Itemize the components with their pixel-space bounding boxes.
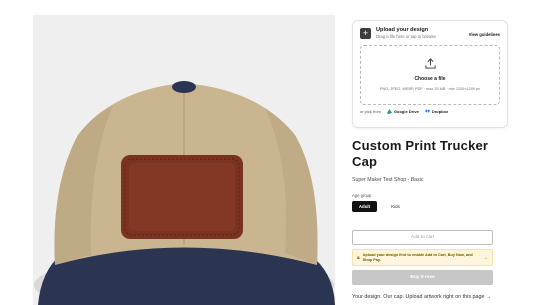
dropbox-label: Dropbox: [431, 109, 449, 114]
dropbox-icon: [424, 109, 430, 113]
product-title: Custom Print Trucker Cap: [352, 138, 489, 169]
upload-title: Upload your design: [376, 27, 429, 33]
choose-file-button[interactable]: Choose a file: [361, 76, 499, 82]
age-group-options: Adult Kids: [352, 201, 508, 212]
buy-now-button[interactable]: Buy it now: [352, 270, 493, 285]
product-image: [33, 15, 335, 305]
upload-subtitle: Drag a file here or tap to browse: [376, 34, 436, 39]
view-guidelines-link[interactable]: View guidelines: [469, 32, 500, 37]
plus-icon: +: [360, 28, 371, 39]
lock-icon: 🔒︎: [357, 254, 360, 261]
age-option-kids[interactable]: Kids: [383, 201, 408, 212]
upload-card: + Upload your design Drag a file here or…: [352, 20, 508, 128]
upload-text: Upload your design Drag a file here or t…: [376, 27, 436, 40]
upload-header: + Upload your design Drag a file here or…: [360, 27, 500, 40]
arrow-right-icon[interactable]: →: [483, 255, 488, 261]
tagline: Your design. Our cap. Upload artwork rig…: [352, 294, 492, 300]
google-drive-button[interactable]: Google Drive: [386, 109, 419, 114]
product-panel: + Upload your design Drag a file here or…: [352, 20, 508, 212]
trucker-cap-illustration: [33, 15, 335, 305]
age-option-adult[interactable]: Adult: [352, 201, 377, 212]
dropbox-button[interactable]: Dropbox: [424, 109, 449, 114]
upload-required-notice: 🔒︎ Upload your design first to enable Ad…: [352, 249, 493, 266]
import-label: or pick from: [360, 109, 381, 114]
import-sources: or pick from Google Drive Dropbox: [360, 109, 500, 114]
age-group-label: Age group: [352, 193, 372, 198]
notice-text: Upload your design first to enable Add t…: [362, 252, 473, 262]
google-drive-label: Google Drive: [393, 109, 419, 114]
file-dropzone[interactable]: Choose a file PNG, JPEG, WEBP, PDF · max…: [360, 45, 500, 105]
shop-name: Super Maker Test Shop - Basic: [352, 177, 424, 183]
upload-icon: [424, 58, 436, 69]
add-to-cart-button[interactable]: Add to cart: [352, 230, 493, 245]
google-drive-icon: [386, 109, 392, 114]
file-formats-hint: PNG, JPEG, WEBP, PDF · max 25 MB · min 1…: [379, 87, 481, 91]
